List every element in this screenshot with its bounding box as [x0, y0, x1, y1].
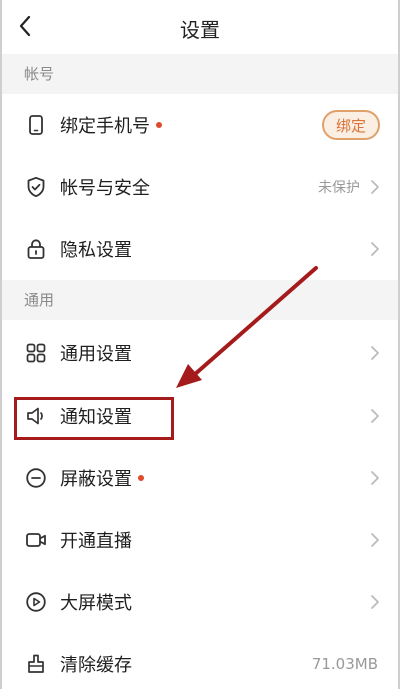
video-camera-icon — [26, 533, 46, 547]
chevron-right-icon — [371, 409, 379, 423]
play-circle-icon — [26, 592, 46, 612]
chevron-right-icon — [371, 242, 379, 256]
settings-row-bind-phone[interactable]: 绑定手机号 绑定 — [0, 94, 400, 156]
new-badge-dot — [138, 475, 144, 481]
settings-row-label: 通用设置 — [60, 344, 132, 365]
settings-row-live[interactable]: 开通直播 — [0, 509, 400, 571]
settings-row-label: 清除缓存 — [60, 655, 132, 676]
settings-row-label: 绑定手机号 — [60, 112, 162, 138]
settings-row-clear-cache[interactable]: 清除缓存 71.03MB — [0, 633, 400, 689]
section-header-account: 帐号 — [0, 54, 400, 94]
chevron-right-icon — [371, 180, 379, 194]
chevron-right-icon — [371, 471, 379, 485]
phone-icon — [29, 115, 43, 135]
security-status: 未保护 — [318, 180, 360, 196]
settings-row-label: 帐号与安全 — [60, 178, 150, 199]
chevron-right-icon — [371, 533, 379, 547]
settings-row-general[interactable]: 通用设置 — [0, 322, 400, 384]
settings-row-notification[interactable]: 通知设置 — [0, 385, 400, 447]
settings-row-account-security[interactable]: 帐号与安全 未保护 — [0, 156, 400, 218]
settings-row-privacy[interactable]: 隐私设置 — [0, 218, 400, 280]
section-header-general: 通用 — [0, 280, 400, 320]
speaker-icon — [27, 407, 43, 425]
minus-circle-icon — [26, 468, 46, 488]
shield-check-icon — [27, 176, 45, 198]
top-nav-bar: 设置 — [0, 0, 400, 54]
settings-row-label: 隐私设置 — [60, 240, 132, 261]
broom-icon — [28, 654, 44, 673]
settings-row-label: 大屏模式 — [60, 593, 132, 614]
grid-icon — [26, 343, 46, 363]
page-title: 设置 — [180, 18, 220, 42]
settings-row-block[interactable]: 屏蔽设置 — [0, 447, 400, 509]
new-badge-dot — [156, 122, 162, 128]
settings-row-label: 开通直播 — [60, 531, 132, 552]
settings-row-label: 屏蔽设置 — [60, 465, 144, 491]
settings-row-label: 通知设置 — [60, 407, 132, 428]
lock-icon — [27, 239, 45, 259]
chevron-right-icon — [371, 595, 379, 609]
cache-size: 71.03MB — [311, 655, 378, 673]
settings-row-bigscreen[interactable]: 大屏模式 — [0, 571, 400, 633]
bind-phone-button[interactable]: 绑定 — [322, 110, 380, 140]
chevron-right-icon — [371, 346, 379, 360]
